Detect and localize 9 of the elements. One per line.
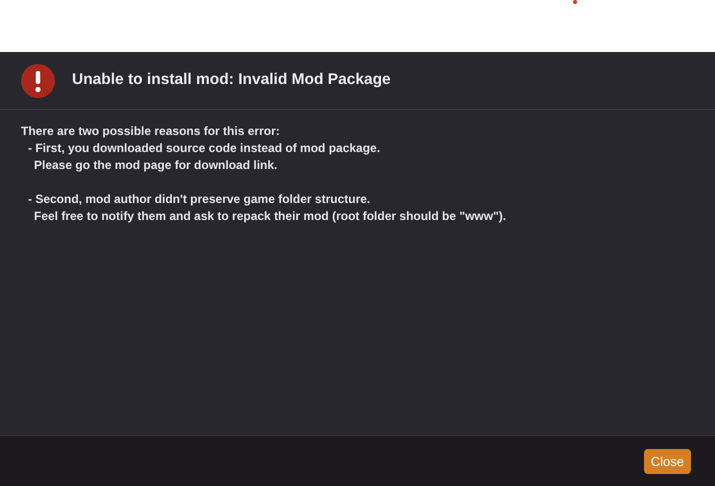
message-text: - Second, mod author didn't preserve game folder structure.	[27, 191, 372, 208]
close-button[interactable]: Close	[644, 448, 691, 474]
message-text: There are two possible reasons for this error:	[21, 123, 281, 140]
notification-dot	[573, 0, 577, 4]
error-icon	[21, 64, 55, 98]
dialog-title: Unable to install mod: Invalid Mod Package	[72, 71, 391, 90]
message-text: Please go the mod page for download link.	[33, 157, 278, 174]
message-text: Feel free to notify them and ask to repack their mod (root folder should be "www").	[33, 208, 508, 225]
message-text: - First, you downloaded source code instead of mod package.	[27, 140, 382, 157]
